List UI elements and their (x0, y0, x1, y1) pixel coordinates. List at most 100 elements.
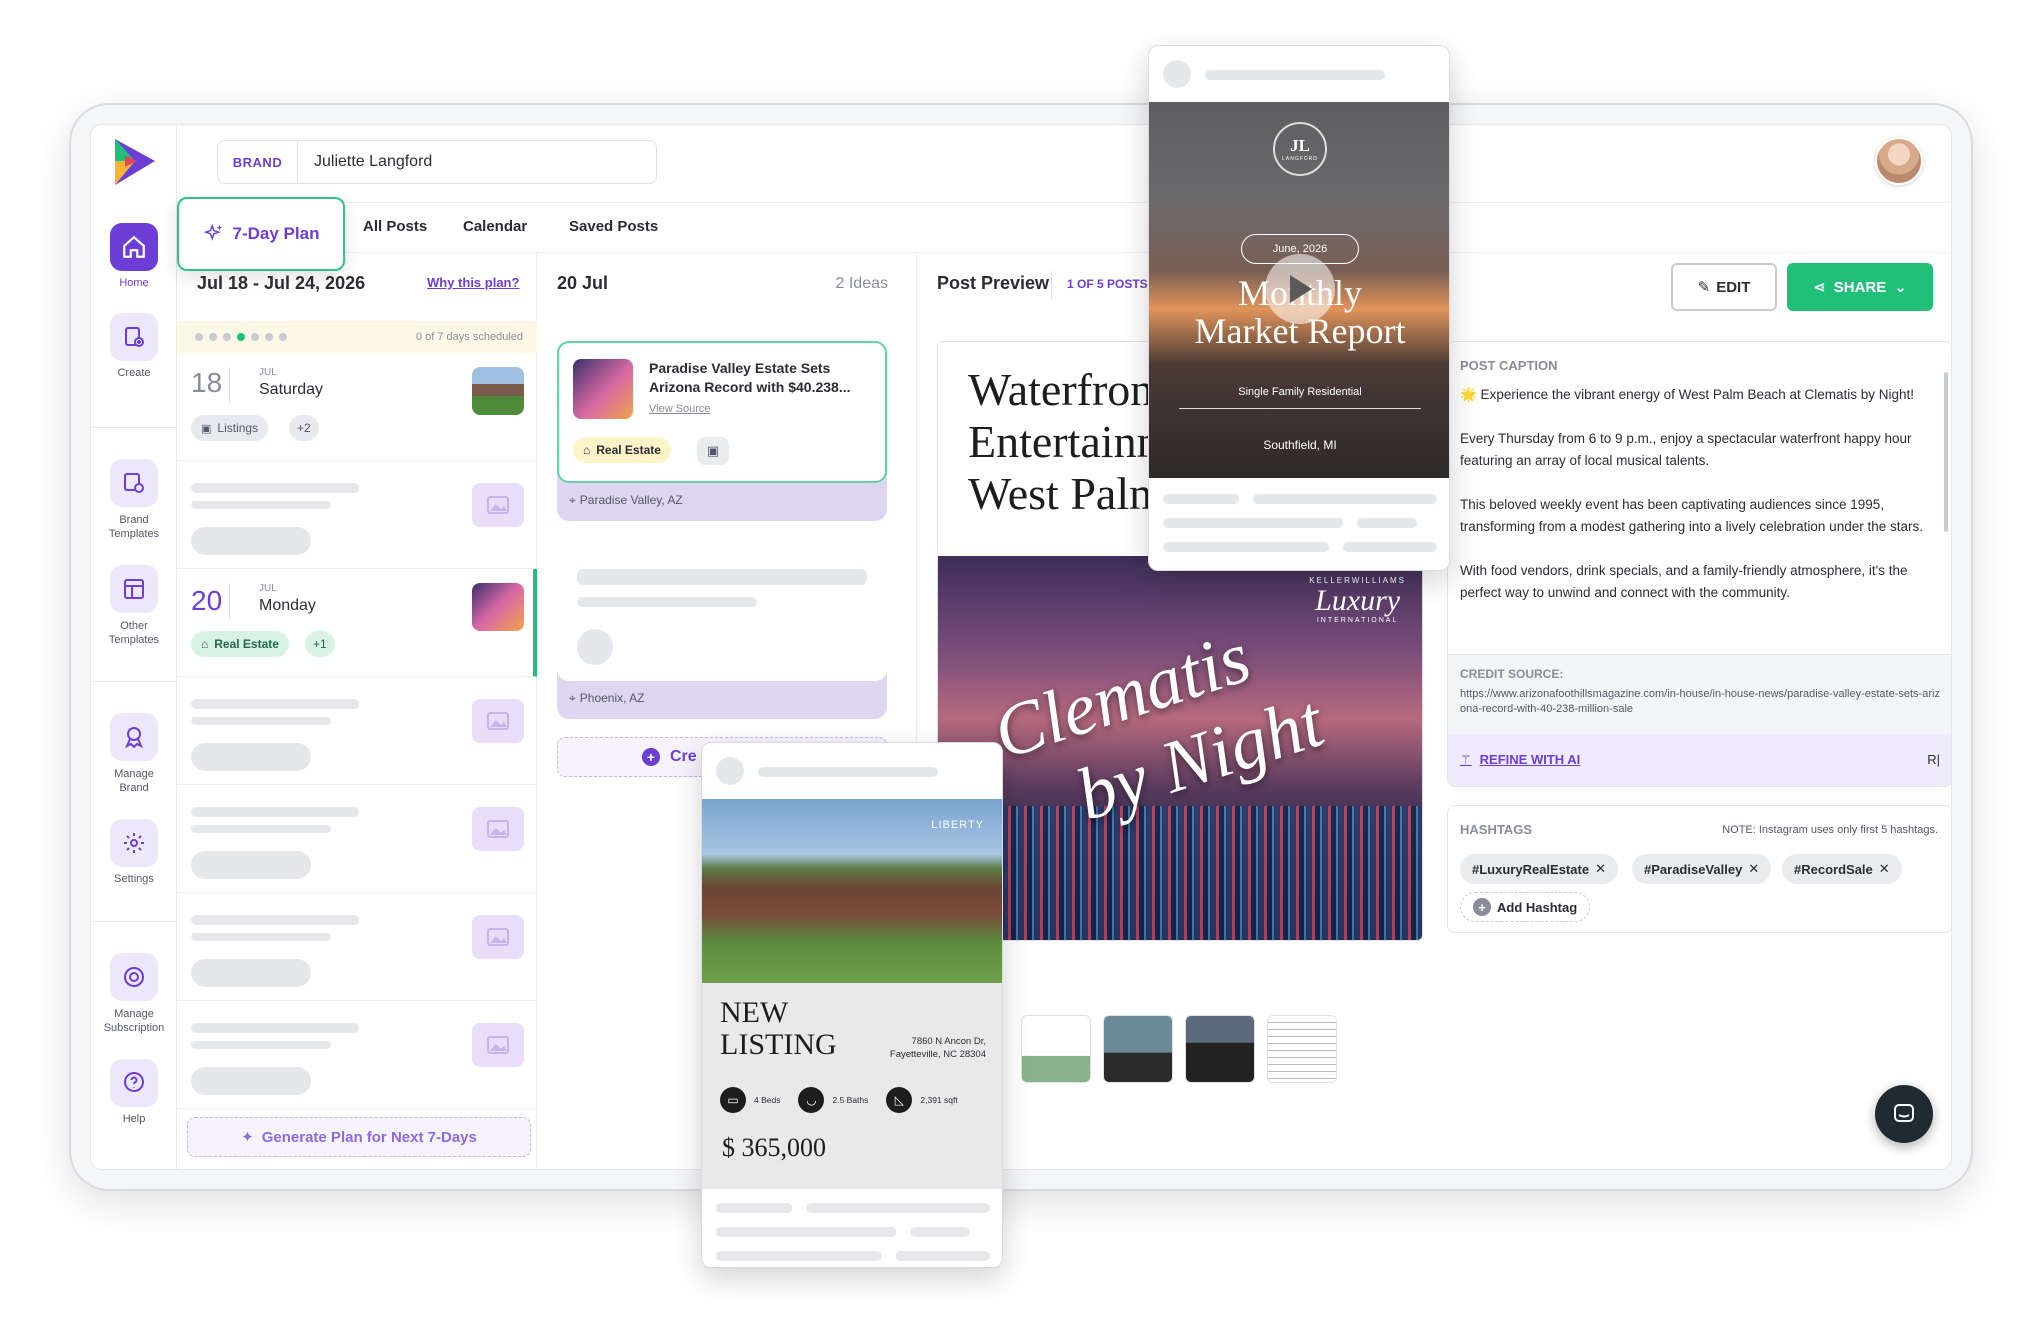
plan-column: Jul 18 - Jul 24, 2026 Why this plan? 0 o… (177, 253, 537, 1169)
sidebar-item-label: Home (119, 277, 149, 289)
tab-calendar[interactable]: Calendar (463, 218, 527, 235)
why-this-plan-link[interactable]: Why this plan? (427, 275, 519, 290)
new-listing-card: LIBERTY NEW LISTING 7860 N Ancon Dr, Fay… (701, 742, 1003, 1268)
sidebar-item-create[interactable]: Create (91, 313, 177, 379)
day-row-placeholder (177, 461, 537, 569)
clematis-photo: KELLERWILLIAMS Luxury INTERNATIONAL Clem… (938, 556, 1422, 940)
sidebar-item-manage-subscription[interactable]: Manage Subscription (91, 953, 177, 1035)
scrollbar[interactable] (1944, 372, 1948, 532)
listing-title-line: NEW (720, 996, 789, 1029)
add-hashtag-button[interactable]: + Add Hashtag (1460, 892, 1591, 922)
hashtags-panel: HASHTAGS NOTE: Instagram uses only first… (1447, 805, 1951, 933)
tab-all-posts[interactable]: All Posts (363, 218, 427, 235)
house-icon: ⌂ (583, 443, 591, 457)
post-thumbnail[interactable] (472, 583, 524, 631)
caption-label: POST CAPTION (1460, 358, 1558, 373)
sidebar-divider (91, 681, 177, 682)
logo-text: JL (1290, 136, 1310, 155)
day-row-placeholder (177, 1001, 537, 1109)
day-row-placeholder (177, 677, 537, 785)
sidebar-item-settings[interactable]: Settings (91, 819, 177, 885)
close-icon[interactable]: ✕ (1595, 861, 1606, 877)
baths-label: 2.5 Baths (832, 1095, 869, 1105)
home-icon (110, 223, 158, 271)
day-row-18[interactable]: 18 JUL Saturday ▣ Listings +2 (177, 353, 537, 461)
day-number: 20 (191, 585, 223, 616)
sparkle-icon (203, 223, 222, 241)
category-pill[interactable]: ⌂ Real Estate (191, 631, 289, 657)
top-bar: BRAND Juliette Langford (177, 125, 1951, 203)
add-hashtag-label: Add Hashtag (1497, 899, 1578, 915)
market-report-image: JL LANGFORD June, 2026 Monthly Market Re… (1149, 102, 1449, 478)
image-placeholder-icon (472, 699, 524, 743)
image-icon[interactable]: ▣ (697, 437, 729, 465)
category-pill[interactable]: ⌂ Real Estate (573, 437, 671, 463)
chat-button[interactable] (1875, 1085, 1933, 1143)
caption-text[interactable]: 🌟 Experience the vibrant energy of West … (1460, 384, 1930, 604)
view-source-link[interactable]: View Source (649, 403, 711, 415)
extra-count-pill[interactable]: +2 (289, 415, 319, 441)
image-placeholder-icon (472, 1023, 524, 1067)
refine-with-ai-button[interactable]: ⚚ REFINE WITH AI (1460, 752, 1580, 768)
hashtag-chip[interactable]: #RecordSale ✕ (1782, 854, 1902, 884)
tab-saved-posts[interactable]: Saved Posts (569, 218, 658, 235)
sidebar-item-brand-templates[interactable]: Brand Templates (91, 459, 177, 541)
edit-button[interactable]: ✎ EDIT (1671, 263, 1777, 311)
share-button[interactable]: ⋖ SHARE ⌄ (1787, 263, 1933, 311)
hashtags-note: NOTE: Instagram uses only first 5 hashta… (1722, 824, 1938, 836)
refine-secondary[interactable]: R| (1927, 752, 1940, 767)
day-row-placeholder (177, 893, 537, 1001)
idea-card-1[interactable]: Paradise Valley Estate Sets Arizona Reco… (557, 341, 887, 521)
avatar[interactable] (1875, 137, 1923, 185)
sidebar-item-home[interactable]: Home (91, 223, 177, 289)
day-weekday: Saturday (259, 381, 324, 398)
day-row-placeholder (177, 785, 537, 893)
location-pin-icon: ⌖ (569, 493, 576, 507)
scheduled-count: 0 of 7 days scheduled (415, 331, 523, 343)
close-icon[interactable]: ✕ (1748, 861, 1759, 877)
close-icon[interactable]: ✕ (1879, 861, 1890, 877)
credit-url[interactable]: https://www.arizonafoothillsmagazine.com… (1460, 687, 1946, 717)
ideas-date: 20 Jul (557, 273, 609, 293)
sidebar-divider (91, 921, 177, 922)
caption-paragraph: With food vendors, drink specials, and a… (1460, 563, 1908, 600)
hashtag-chip[interactable]: #LuxuryRealEstate ✕ (1460, 854, 1618, 884)
sidebar-item-manage-brand[interactable]: Manage Brand (91, 713, 177, 795)
extra-count-pill[interactable]: +1 (305, 631, 335, 657)
sidebar-item-help[interactable]: Help (91, 1059, 177, 1125)
post-thumbnail[interactable] (1185, 1015, 1255, 1083)
house-icon: ⌂ (201, 637, 209, 651)
play-icon[interactable] (1265, 254, 1335, 324)
pencil-icon: ✎ (1697, 279, 1711, 296)
tab-label: 7-Day Plan (232, 224, 320, 243)
post-thumbnail[interactable] (1267, 1015, 1337, 1083)
refine-bar: ⚚ REFINE WITH AI R| (1448, 734, 1951, 786)
listing-photo: LIBERTY (702, 799, 1002, 983)
refine-label: REFINE WITH AI (1479, 752, 1581, 767)
brand-label: BRAND (218, 141, 298, 183)
post-thumbnail[interactable] (1021, 1015, 1091, 1083)
sidebar-item-label: Settings (114, 873, 154, 885)
progress-dots (195, 333, 287, 341)
brand-selector[interactable]: BRAND Juliette Langford (217, 140, 657, 184)
listing-title: NEW LISTING (720, 997, 837, 1061)
post-thumbnail[interactable] (472, 367, 524, 415)
idea-card-2[interactable]: ⌖ Phoenix, AZ (557, 539, 887, 719)
caption-paragraph: Every Thursday from 6 to 9 p.m., enjoy a… (1460, 431, 1912, 468)
logo-seal: JL LANGFORD (1273, 122, 1327, 176)
post-thumbnail[interactable] (1103, 1015, 1173, 1083)
brand-watermark: KELLERWILLIAMS Luxury INTERNATIONAL (1309, 576, 1406, 624)
sidebar-item-label: Brand Templates (108, 514, 160, 540)
logo-sub: LANGFORD (1282, 156, 1318, 162)
category-label: Listings (217, 421, 259, 435)
hashtag-chip[interactable]: #ParadiseValley ✕ (1632, 854, 1772, 884)
credit-label: CREDIT SOURCE: (1460, 667, 1564, 681)
create-label: Cre (670, 748, 697, 765)
sidebar: Home Create Brand Templates Other Templa… (91, 125, 177, 1169)
sidebar-item-other-templates[interactable]: Other Templates (91, 565, 177, 647)
category-pill[interactable]: ▣ Listings (191, 415, 269, 441)
generate-plan-button[interactable]: ✦ Generate Plan for Next 7-Days (187, 1117, 531, 1157)
beds-label: 4 Beds (754, 1095, 781, 1105)
bath-icon: ◡ (798, 1087, 825, 1113)
day-row-20[interactable]: 20 JUL Monday ⌂ Real Estate +1 (177, 569, 537, 677)
